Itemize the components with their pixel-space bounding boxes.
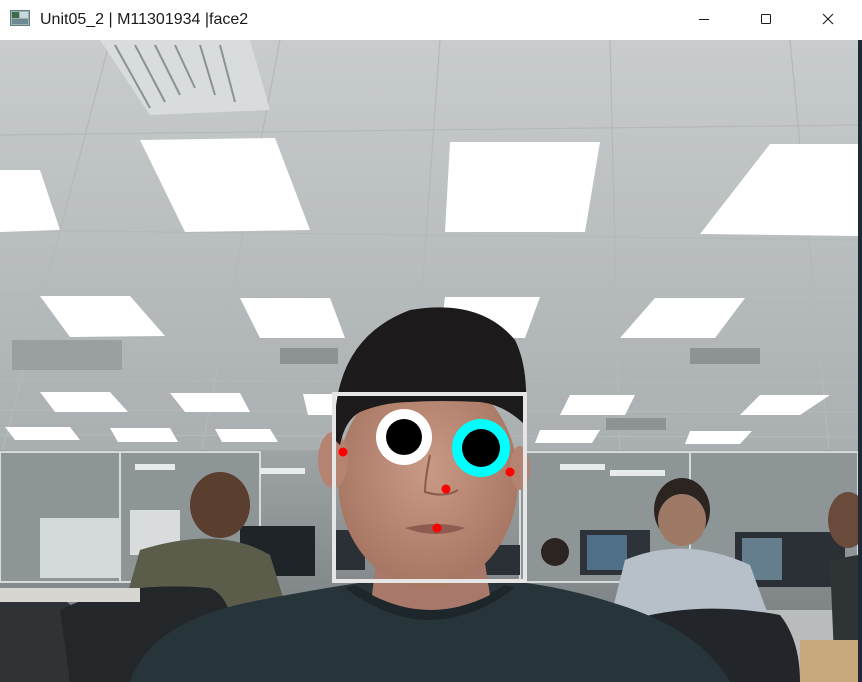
camera-frame (0, 40, 858, 682)
app-window: Unit05_2 | M11301934 |face2 (0, 0, 862, 682)
left-eye-marker (376, 409, 432, 465)
landmark-mouth (432, 523, 442, 533)
right-eye-marker (452, 419, 510, 477)
close-icon (822, 13, 834, 25)
close-button[interactable] (797, 0, 859, 38)
window-title: Unit05_2 | M11301934 |face2 (40, 11, 249, 28)
landmark-right-cheek (505, 467, 515, 477)
landmark-nose (441, 484, 451, 494)
maximize-button[interactable] (735, 0, 797, 38)
opencv-window-icon (10, 10, 30, 26)
minimize-button[interactable] (673, 0, 735, 38)
title-bar[interactable]: Unit05_2 | M11301934 |face2 (0, 0, 862, 40)
minimize-icon (699, 19, 709, 20)
window-edge (858, 40, 862, 682)
maximize-icon (761, 14, 771, 24)
landmark-left-cheek (338, 447, 348, 457)
webcam-image (0, 40, 858, 682)
